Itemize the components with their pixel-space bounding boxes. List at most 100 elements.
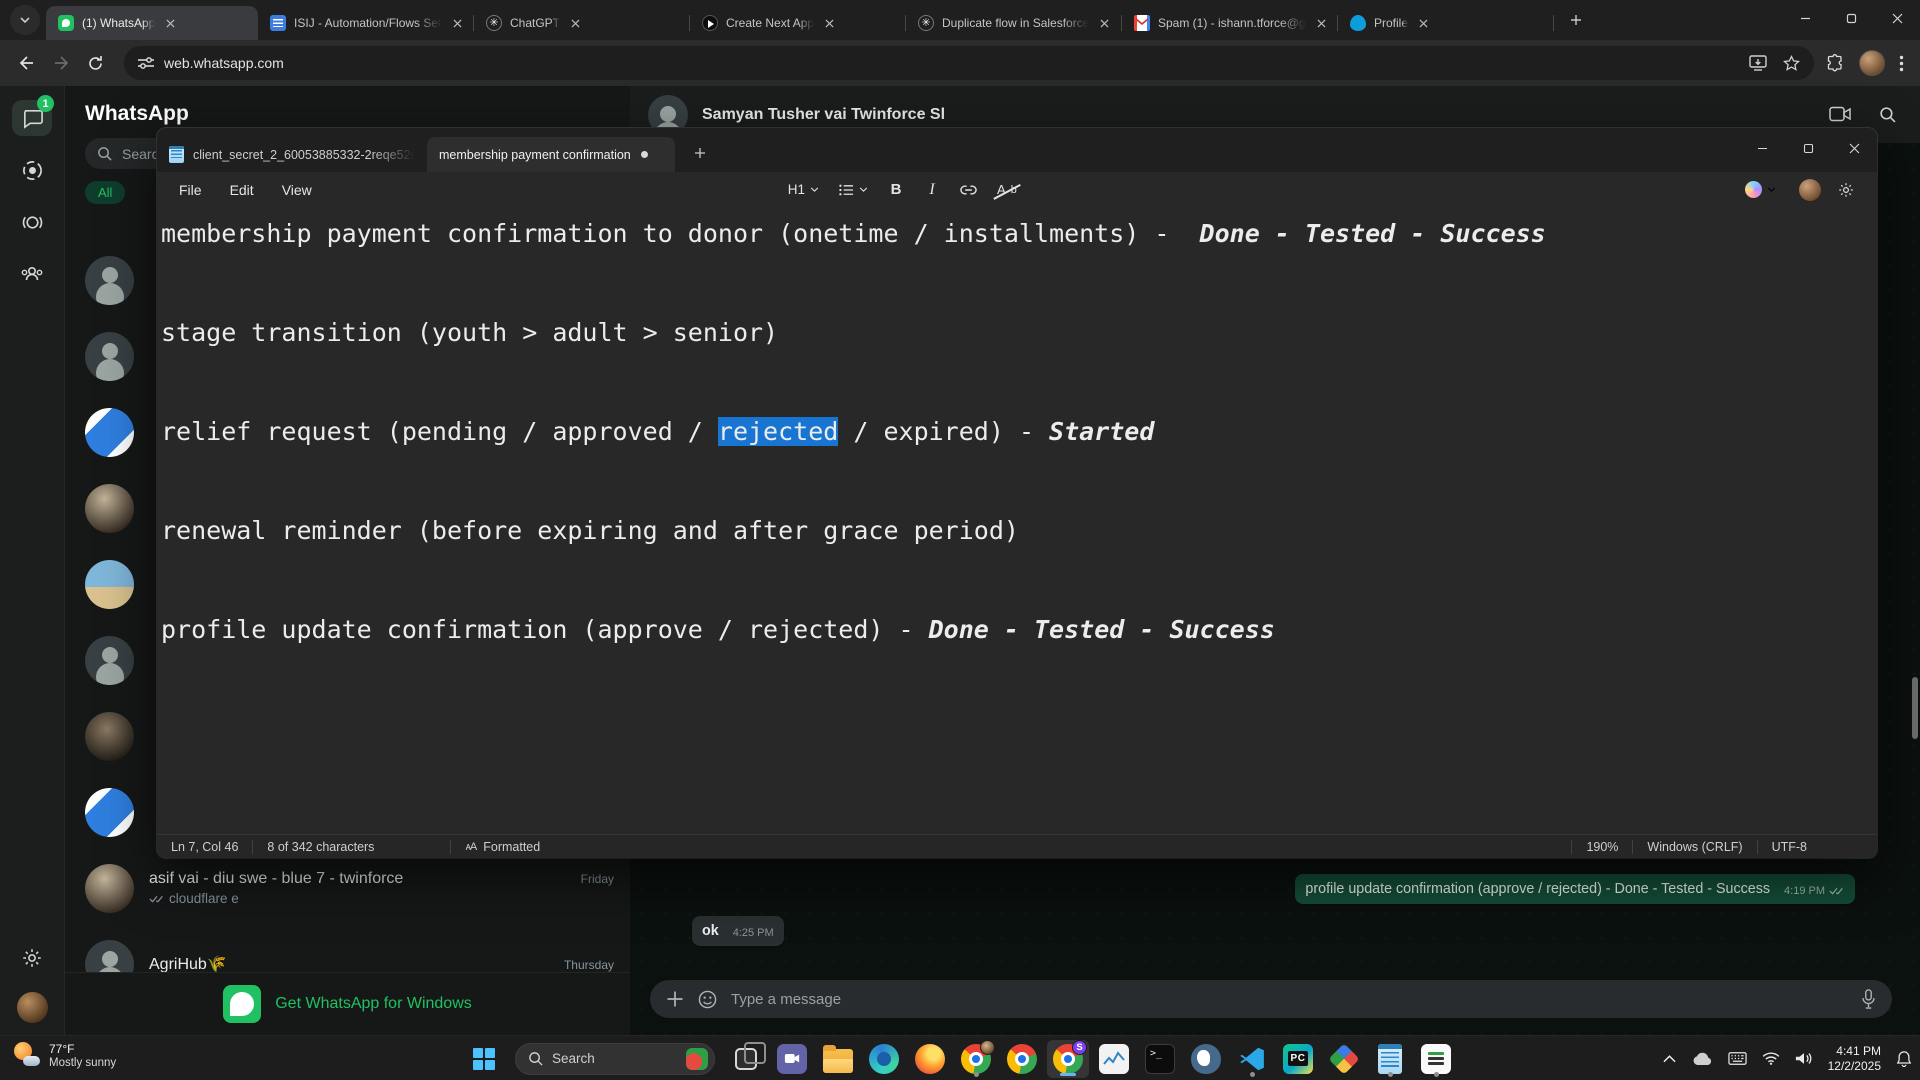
composer-placeholder[interactable]: Type a message xyxy=(731,991,841,1008)
browser-menu-dots-icon[interactable] xyxy=(1899,55,1904,72)
forward-button[interactable] xyxy=(44,46,78,80)
notepad-maximize-button[interactable] xyxy=(1785,128,1831,168)
taskbar-taskpro[interactable] xyxy=(1415,1040,1457,1078)
video-call-icon[interactable] xyxy=(1829,106,1851,122)
profile-avatar[interactable] xyxy=(17,992,48,1023)
text-segment-bold-italic[interactable]: Started xyxy=(1049,417,1154,446)
close-tab-icon[interactable] xyxy=(566,14,584,32)
browser-profile-avatar[interactable] xyxy=(1859,50,1885,76)
account-avatar[interactable] xyxy=(1799,179,1821,201)
close-tab-icon[interactable] xyxy=(448,14,466,32)
text-line[interactable]: relief request (pending / approved / rej… xyxy=(161,415,1877,448)
taskbar-chrome-profile-s[interactable]: S xyxy=(1047,1040,1089,1078)
taskbar-postgresql[interactable] xyxy=(1185,1040,1227,1078)
tab-search-button[interactable] xyxy=(10,5,40,35)
taskbar-notepad[interactable] xyxy=(1369,1040,1411,1078)
site-settings-icon[interactable] xyxy=(138,56,154,70)
taskbar-file-explorer[interactable] xyxy=(817,1040,859,1078)
bold-button[interactable]: B xyxy=(881,176,911,204)
nav-communities-button[interactable] xyxy=(12,256,52,292)
text-segment[interactable]: membership payment confirmation to donor… xyxy=(161,219,1200,248)
taskbar-chrome-profile-1[interactable] xyxy=(955,1040,997,1078)
close-tab-icon[interactable] xyxy=(1414,14,1432,32)
close-tab-icon[interactable] xyxy=(1312,14,1330,32)
new-document-tab-button[interactable] xyxy=(685,138,715,168)
browser-tab-chatgpt[interactable]: ChatGPT xyxy=(474,6,690,40)
insert-link-button[interactable] xyxy=(953,176,984,204)
notepad-minimize-button[interactable] xyxy=(1739,128,1785,168)
taskbar-pycharm[interactable]: PC xyxy=(1277,1040,1319,1078)
onedrive-icon[interactable] xyxy=(1691,1052,1713,1066)
close-tab-icon[interactable] xyxy=(820,14,838,32)
text-line[interactable]: profile update confirmation (approve / r… xyxy=(161,613,1877,646)
taskbar-chrome-profile-2[interactable] xyxy=(1001,1040,1043,1078)
encoding[interactable]: UTF-8 xyxy=(1758,840,1821,854)
notepad-close-button[interactable] xyxy=(1831,128,1877,168)
taskbar-terminal[interactable]: >_ xyxy=(1139,1040,1181,1078)
copilot-menu-button[interactable] xyxy=(1738,176,1783,204)
text-segment[interactable]: stage transition (youth > adult > senior… xyxy=(161,318,778,347)
extensions-puzzle-icon[interactable] xyxy=(1826,54,1845,73)
chat-list-item-asif[interactable]: asif vai - diu swe - blue 7 - twinforce … xyxy=(65,850,630,926)
outgoing-message-bubble[interactable]: profile update confirmation (approve / r… xyxy=(1295,874,1855,904)
menu-edit[interactable]: Edit xyxy=(216,176,268,204)
search-icon[interactable] xyxy=(1879,106,1896,123)
taskbar-teams[interactable] xyxy=(771,1040,813,1078)
text-segment-bold-italic[interactable]: Done - Tested - Success xyxy=(1200,219,1546,248)
incoming-message-bubble[interactable]: ok 4:25 PM xyxy=(692,916,784,946)
touch-keyboard-icon[interactable] xyxy=(1728,1052,1747,1065)
heading-style-dropdown[interactable]: H1 xyxy=(781,176,826,204)
notepad-tab-membership[interactable]: membership payment confirmation xyxy=(427,137,675,172)
new-tab-button[interactable] xyxy=(1562,6,1590,34)
chat-list-item-agrihub[interactable]: AgriHub🌾 Thursday xyxy=(65,926,630,972)
notifications-bell-icon[interactable] xyxy=(1896,1050,1912,1067)
text-segment-bold-italic[interactable]: Done - Tested - Success xyxy=(929,615,1275,644)
browser-tab-whatsapp[interactable]: (1) WhatsApp xyxy=(46,6,258,40)
notepad-tab-client-secret[interactable]: client_secret_2_60053885332-2reqe52rrib xyxy=(157,137,427,172)
list-style-dropdown[interactable] xyxy=(832,176,875,204)
microphone-icon[interactable] xyxy=(1861,989,1876,1009)
window-minimize-button[interactable] xyxy=(1782,0,1828,36)
selected-text[interactable]: rejected xyxy=(718,417,838,446)
taskbar-vscode[interactable] xyxy=(1231,1040,1273,1078)
zoom-level[interactable]: 190% xyxy=(1572,840,1632,854)
close-tab-icon[interactable] xyxy=(161,14,179,32)
text-line[interactable]: membership payment confirmation to donor… xyxy=(161,217,1877,250)
taskbar-clock[interactable]: 4:41 PM 12/2/2025 xyxy=(1828,1044,1881,1074)
taskbar-firefox[interactable] xyxy=(909,1040,951,1078)
clear-formatting-button[interactable]: Ab xyxy=(990,176,1024,204)
settings-button[interactable] xyxy=(12,940,52,976)
text-line[interactable]: renewal reminder (before expiring and af… xyxy=(161,514,1877,547)
nav-status-button[interactable] xyxy=(12,152,52,188)
emoji-icon[interactable] xyxy=(698,990,717,1009)
url-text[interactable]: web.whatsapp.com xyxy=(164,55,284,71)
browser-tab-gmail-spam[interactable]: Spam (1) - ishann.tforce@gmai xyxy=(1122,6,1338,40)
browser-tab-isij[interactable]: ISIJ - Automation/Flows Setup - xyxy=(258,6,474,40)
text-line[interactable]: stage transition (youth > adult > senior… xyxy=(161,316,1877,349)
back-button[interactable] xyxy=(10,46,44,80)
attach-plus-icon[interactable] xyxy=(666,990,684,1008)
address-bar[interactable]: web.whatsapp.com xyxy=(124,46,1814,80)
taskbar-task-manager[interactable] xyxy=(1093,1040,1135,1078)
start-button[interactable] xyxy=(463,1040,505,1078)
nav-chats-button[interactable]: 1 xyxy=(12,100,52,136)
taskbar-dia[interactable] xyxy=(1323,1040,1365,1078)
text-segment[interactable]: profile update confirmation (approve / r… xyxy=(161,615,929,644)
taskbar-task-view[interactable] xyxy=(725,1040,767,1078)
taskbar-search-box[interactable]: Search xyxy=(515,1043,715,1075)
message-composer[interactable]: Type a message xyxy=(650,980,1892,1018)
browser-tab-create-next-app[interactable]: Create Next App xyxy=(690,6,906,40)
tray-chevron-up-icon[interactable] xyxy=(1663,1055,1676,1063)
install-app-icon[interactable] xyxy=(1749,55,1767,71)
text-segment[interactable]: / expired) - xyxy=(838,417,1049,446)
taskbar-edge[interactable] xyxy=(863,1040,905,1078)
menu-file[interactable]: File xyxy=(165,176,216,204)
line-ending-type[interactable]: Windows (CRLF) xyxy=(1633,840,1756,854)
wifi-icon[interactable] xyxy=(1762,1052,1780,1065)
notepad-settings-gear-icon[interactable] xyxy=(1837,181,1855,199)
close-tab-icon[interactable] xyxy=(1095,14,1113,32)
text-segment[interactable]: relief request (pending / approved / xyxy=(161,417,718,446)
window-maximize-button[interactable] xyxy=(1828,0,1874,36)
chat-scrollbar-thumb[interactable] xyxy=(1912,677,1918,739)
get-whatsapp-banner[interactable]: Get WhatsApp for Windows xyxy=(65,972,630,1035)
